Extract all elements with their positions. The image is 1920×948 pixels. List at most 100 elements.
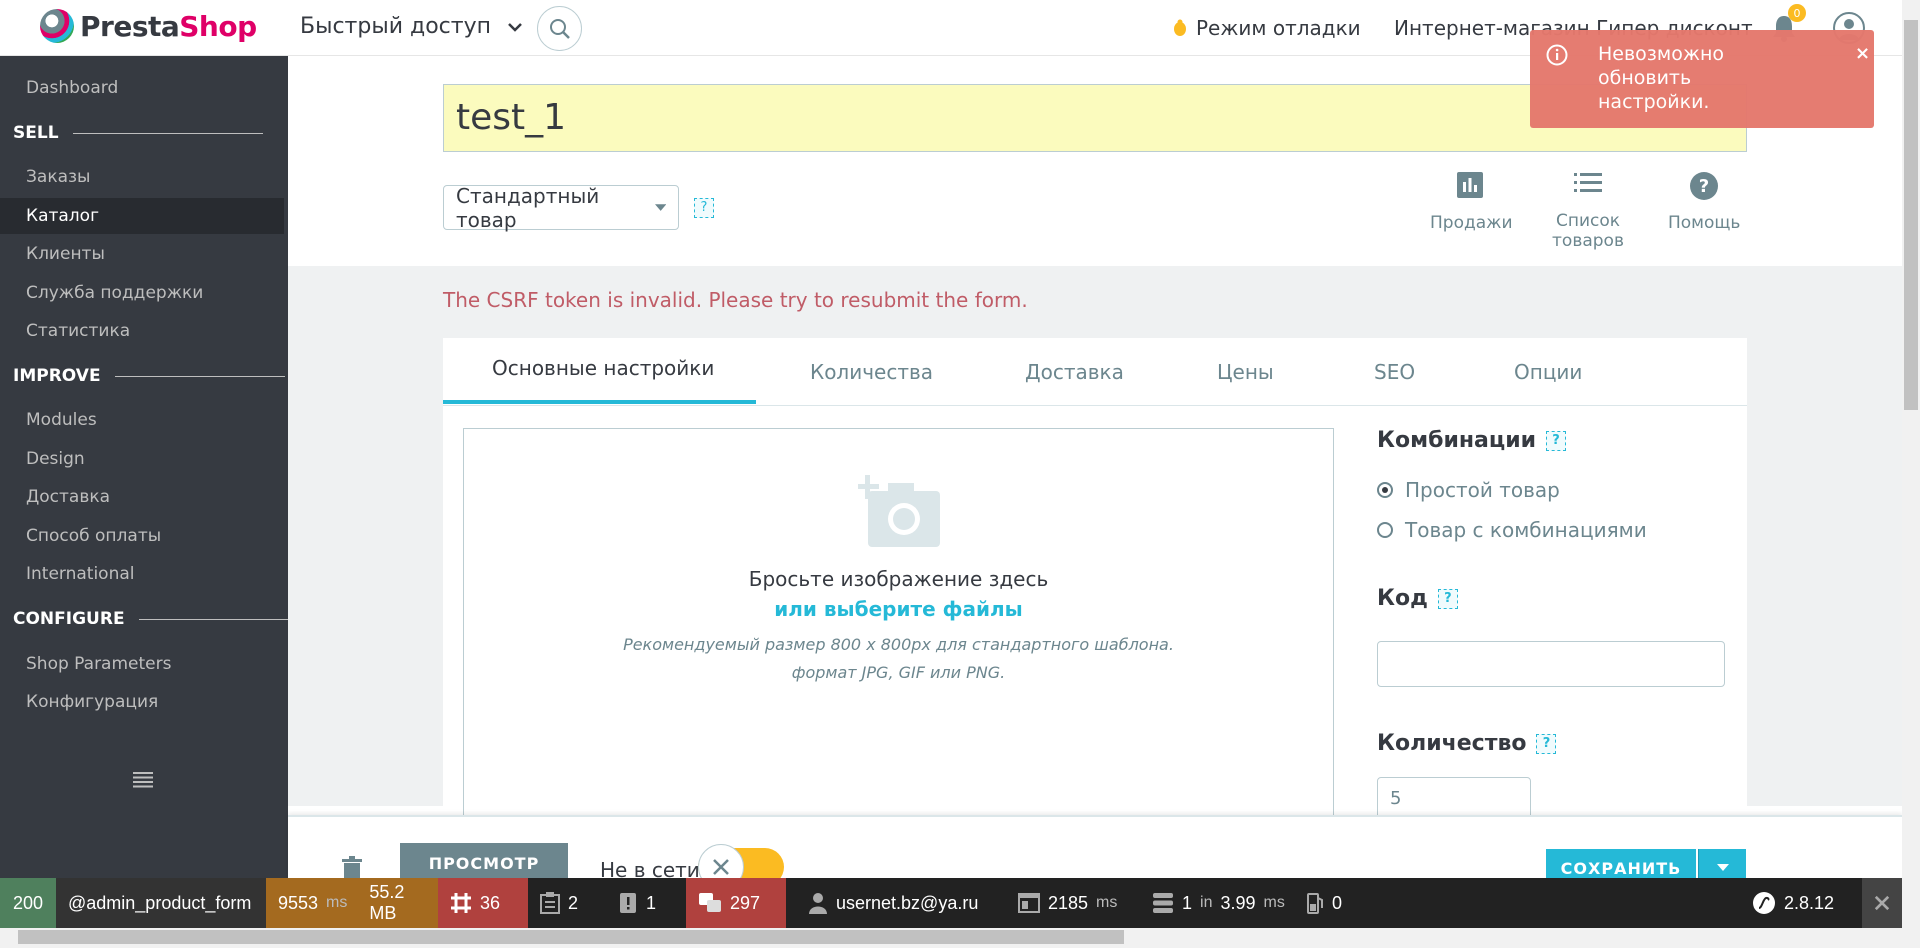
warning-icon [620, 893, 636, 913]
sidebar-item-design[interactable]: Design [26, 449, 85, 469]
product-tabs: Основные настройки Количества Доставка Ц… [443, 338, 1747, 406]
user-panel[interactable]: usernet.bz@ya.ru [796, 878, 990, 928]
tab-options[interactable]: Опции [1514, 360, 1582, 384]
search-button[interactable] [537, 6, 582, 51]
sidebar-item-shipping[interactable]: Доставка [26, 487, 110, 507]
trash-icon [342, 856, 362, 880]
warnings-panel[interactable]: 1 [606, 878, 686, 928]
notifications-badge: 0 [1788, 4, 1806, 22]
radio-simple-label: Простой товар [1405, 478, 1560, 502]
radio-simple-product[interactable]: Простой товар [1377, 478, 1560, 502]
radio-unchecked-icon [1377, 522, 1393, 538]
db-query-count: 1 [1182, 892, 1193, 913]
database-icon [1153, 893, 1173, 913]
tab-basic-settings[interactable]: Основные настройки [492, 356, 714, 380]
code-help-icon[interactable]: ? [1437, 588, 1458, 609]
sidebar-item-modules[interactable]: Modules [26, 410, 97, 430]
search-icon [549, 18, 570, 39]
dropzone-size-hint: Рекомендуемый размер 800 x 800px для ста… [623, 635, 1174, 654]
sidebar-item-shop-parameters[interactable]: Shop Parameters [26, 654, 171, 674]
reference-code-input[interactable] [1377, 641, 1725, 687]
close-toolbar-button[interactable] [1862, 878, 1902, 928]
cache-icon [1307, 893, 1323, 914]
tab-pricing[interactable]: Цены [1217, 360, 1274, 384]
tab-seo[interactable]: SEO [1374, 360, 1415, 384]
quantity-help-icon[interactable]: ? [1536, 733, 1557, 754]
render-time: 2185 [1048, 892, 1089, 913]
user-email: usernet.bz@ya.ru [836, 892, 979, 913]
help-label: Помощь [1668, 213, 1741, 233]
translation-icon [699, 893, 721, 912]
events-count: 36 [480, 892, 501, 913]
sidebar-item-orders[interactable]: Заказы [26, 167, 90, 187]
product-type-select[interactable]: Стандартный товар [443, 184, 679, 232]
sidebar-item-stats[interactable]: Статистика [26, 321, 130, 341]
sales-button[interactable]: Продажи [1430, 172, 1513, 233]
sidebar-item-support[interactable]: Служба поддержки [26, 283, 203, 303]
sidebar-item-catalog[interactable]: Каталог [0, 198, 284, 234]
quick-access-label: Быстрый доступ [300, 14, 491, 39]
db-in-label: in [1200, 894, 1213, 911]
sidebar: Dashboard SELL Заказы Каталог Клиенты Сл… [0, 56, 289, 878]
dropzone-title: Бросьте изображение здесь [748, 567, 1049, 591]
request-time-unit: ms [326, 894, 348, 911]
horizontal-scrollbar-thumb[interactable] [18, 930, 1124, 944]
logs-panel[interactable]: 2 [528, 878, 606, 928]
sidebar-section-label: IMPROVE [13, 366, 101, 386]
events-panel[interactable]: 36 [438, 878, 528, 928]
user-icon [809, 893, 827, 914]
section-divider [114, 375, 285, 377]
timing-panel[interactable]: 9553 ms 55.2 MB [266, 878, 438, 928]
symfony-logo-icon [1753, 892, 1775, 914]
help-button[interactable]: ? Помощь [1668, 172, 1740, 233]
tab-quantities[interactable]: Количества [810, 360, 933, 384]
symfony-debug-toolbar: 200 @admin_product_form 9553 ms 55.2 MB 36… [0, 878, 1902, 928]
close-icon [1874, 895, 1890, 911]
info-icon [1546, 44, 1568, 66]
translations-panel[interactable]: 297 [686, 878, 786, 928]
sidebar-item-configuration[interactable]: Конфигурация [26, 692, 158, 712]
sidebar-section-label: SELL [13, 123, 59, 143]
add-photo-icon [858, 475, 940, 547]
memory-usage: 55.2 MB [369, 882, 405, 923]
status-code[interactable]: 200 [0, 878, 56, 928]
close-icon [713, 859, 729, 875]
radio-product-with-combinations[interactable]: Товар с комбинациями [1377, 518, 1647, 542]
sidebar-section-sell: SELL [13, 123, 263, 143]
warnings-count: 1 [646, 892, 657, 913]
product-list-button[interactable]: Список товаров [1520, 172, 1656, 251]
cache-panel[interactable]: 0 [1294, 878, 1354, 928]
logo-text-shop: Shop [179, 9, 257, 43]
route-name[interactable]: @admin_product_form [56, 878, 266, 928]
tab-shipping[interactable]: Доставка [1025, 360, 1124, 384]
debug-mode-indicator[interactable]: Режим отладки [1172, 16, 1361, 40]
combinations-help-icon[interactable]: ? [1546, 430, 1567, 451]
sidebar-section-configure: CONFIGURE [13, 609, 289, 629]
sidebar-item-payment[interactable]: Способ оплаты [26, 526, 161, 546]
template-icon [1018, 893, 1040, 913]
sidebar-section-label: CONFIGURE [13, 609, 125, 629]
code-heading: Код? [1377, 586, 1458, 611]
sidebar-item-customers[interactable]: Клиенты [26, 244, 105, 264]
choose-files-link[interactable]: или выберите файлы [464, 597, 1333, 621]
caret-down-icon [1716, 864, 1729, 871]
active-tab-indicator [443, 400, 756, 404]
render-panel[interactable]: 2185 ms [1006, 878, 1129, 928]
image-dropzone[interactable]: Бросьте изображение здесь или выберите ф… [463, 428, 1334, 818]
translations-count: 297 [730, 892, 761, 913]
radio-checked-icon [1377, 482, 1393, 498]
vertical-scrollbar-thumb[interactable] [1904, 20, 1918, 410]
product-type-help-icon[interactable]: ? [694, 198, 714, 218]
db-time: 3.99 [1220, 892, 1256, 913]
quick-access-dropdown[interactable]: Быстрый доступ [300, 14, 523, 39]
symfony-version-panel[interactable]: 2.8.12 [1740, 878, 1846, 928]
preview-button[interactable]: ПРОСМОТР [400, 843, 568, 883]
toast-close-button[interactable]: × [1855, 42, 1870, 66]
collapse-menu-button[interactable] [133, 772, 153, 792]
database-panel[interactable]: 1 in 3.99 ms [1140, 878, 1297, 928]
quantity-title: Количество [1377, 731, 1527, 756]
prestashop-logo[interactable]: PrestaShop [40, 9, 257, 43]
dropzone-format-hint: формат JPG, GIF или PNG. [791, 663, 1006, 682]
sidebar-item-dashboard[interactable]: Dashboard [26, 78, 118, 98]
sidebar-item-international[interactable]: International [26, 564, 135, 584]
